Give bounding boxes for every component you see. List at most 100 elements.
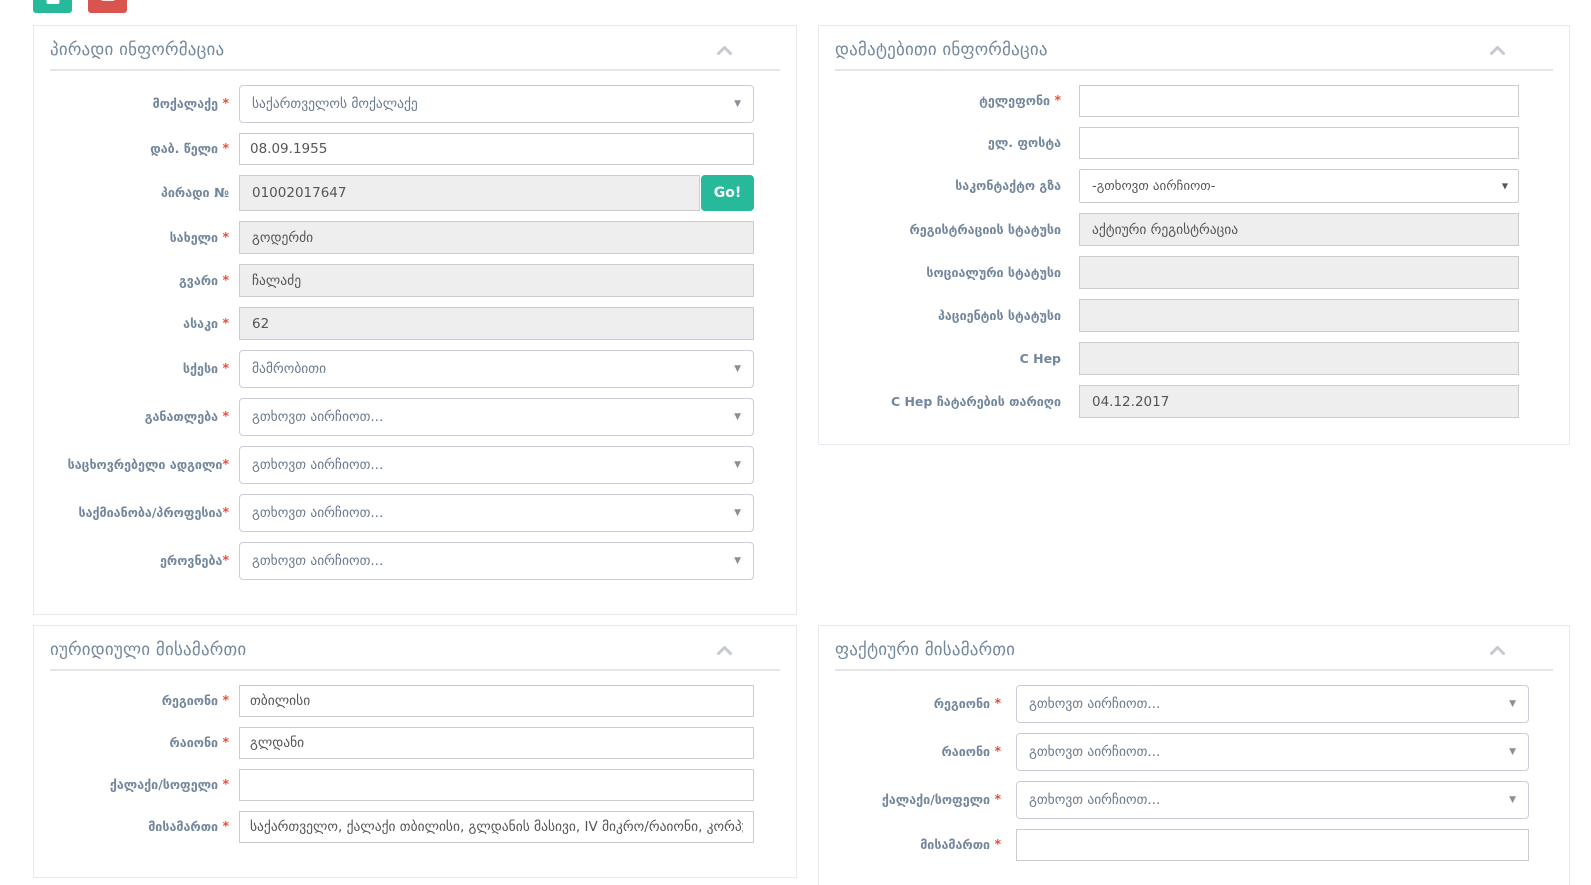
field-label: ქალაქი/სოფელი * xyxy=(50,777,239,793)
legal-region-input[interactable] xyxy=(239,685,754,717)
patient-status-input xyxy=(1079,299,1519,332)
first-name-input xyxy=(239,221,754,254)
c-hep-date-input xyxy=(1079,385,1519,418)
form-row: ასაკი * xyxy=(34,307,796,340)
nationality-select[interactable]: გთხოვთ აირჩიოთ... ▼ xyxy=(239,542,754,580)
form-row: რეგისტრაციის სტატუსი xyxy=(819,213,1569,246)
panel-title: იურიდიული მისამართი xyxy=(50,640,246,660)
chevron-down-icon: ▼ xyxy=(1509,747,1516,757)
divider xyxy=(50,69,780,71)
select-value: გთხოვთ აირჩიოთ... xyxy=(252,457,383,473)
field-label: სოციალური სტატუსი xyxy=(835,265,1079,281)
form-row: საცხოვრებელი ადგილი* გთხოვთ აირჩიოთ... ▼ xyxy=(34,446,796,484)
legal-address-input[interactable] xyxy=(239,811,754,843)
divider xyxy=(835,669,1553,671)
form-row: C Hep ჩატარების თარიღი xyxy=(819,385,1569,418)
field-label: პაციენტის სტატუსი xyxy=(835,308,1079,324)
page: პირადი ინფორმაცია მოქალაქე * საქართველოს… xyxy=(0,0,1591,885)
legal-district-input[interactable] xyxy=(239,727,754,759)
panel-actual-address: ფაქტიური მისამართი რეგიონი * გთხოვთ აირჩ… xyxy=(818,625,1570,885)
residence-place-select[interactable]: გთხოვთ აირჩიოთ... ▼ xyxy=(239,446,754,484)
save-button[interactable] xyxy=(33,0,72,13)
form-row: სოციალური სტატუსი xyxy=(819,256,1569,289)
social-status-input xyxy=(1079,256,1519,289)
field-label: რაიონი * xyxy=(835,744,1016,760)
delete-icon xyxy=(101,0,115,1)
field-label: გვარი * xyxy=(50,273,239,289)
field-label: დაბ. წელი * xyxy=(50,141,239,157)
form-row: საკონტაქტო გზა -გთხოვთ აირჩიოთ- ▼ xyxy=(819,169,1569,203)
education-select[interactable]: გთხოვთ აირჩიოთ... ▼ xyxy=(239,398,754,436)
form-row: საქმიანობა/პროფესია* გთხოვთ აირჩიოთ... ▼ xyxy=(34,494,796,532)
actual-district-select[interactable]: გთხოვთ აირჩიოთ... ▼ xyxy=(1016,733,1529,771)
select-value: გთხოვთ აირჩიოთ... xyxy=(1029,792,1160,808)
form-row: რეგიონი * xyxy=(34,685,796,717)
field-label: რეგიონი * xyxy=(835,696,1016,712)
form-row: მოქალაქე * საქართველოს მოქალაქე ▼ xyxy=(34,85,796,123)
select-value: მამრობითი xyxy=(252,361,326,377)
personal-number-input xyxy=(239,175,700,211)
form-row: მისამართი * xyxy=(819,829,1569,861)
delete-button[interactable] xyxy=(88,0,127,13)
collapse-chevron-up-icon[interactable] xyxy=(1490,46,1505,55)
email-input[interactable] xyxy=(1079,127,1519,159)
panel-title: ფაქტიური მისამართი xyxy=(835,640,1015,660)
gender-select[interactable]: მამრობითი ▼ xyxy=(239,350,754,388)
select-value: გთხოვთ აირჩიოთ... xyxy=(252,505,383,521)
contact-way-select[interactable]: -გთხოვთ აირჩიოთ- ▼ xyxy=(1079,169,1519,203)
field-label: პირადი № xyxy=(50,185,239,201)
form-row: განათლება * გთხოვთ აირჩიოთ... ▼ xyxy=(34,398,796,436)
go-button[interactable]: Go! xyxy=(701,175,754,211)
divider xyxy=(835,69,1553,71)
form-row: ეროვნება* გთხოვთ აირჩიოთ... ▼ xyxy=(34,542,796,580)
phone-input[interactable] xyxy=(1079,85,1519,117)
field-label: მისამართი * xyxy=(835,837,1016,853)
collapse-chevron-up-icon[interactable] xyxy=(1490,646,1505,655)
field-label: C Hep ჩატარების თარიღი xyxy=(835,394,1079,410)
divider xyxy=(50,669,780,671)
form-row: მისამართი * xyxy=(34,811,796,843)
actual-city-village-select[interactable]: გთხოვთ აირჩიოთ... ▼ xyxy=(1016,781,1529,819)
age-input xyxy=(239,307,754,340)
form-row: ტელეფონი * xyxy=(819,85,1569,117)
panel-legal-address: იურიდიული მისამართი რეგიონი * რაიონი * ქ… xyxy=(33,625,797,878)
field-label: ელ. ფოსტა xyxy=(835,135,1079,151)
field-label: საცხოვრებელი ადგილი* xyxy=(50,457,239,473)
field-label: საქმიანობა/პროფესია* xyxy=(50,505,239,521)
chevron-down-icon: ▼ xyxy=(734,556,741,566)
chevron-down-icon: ▼ xyxy=(734,412,741,422)
field-label: ქალაქი/სოფელი * xyxy=(835,792,1016,808)
chevron-down-icon: ▼ xyxy=(734,508,741,518)
field-label: რეგისტრაციის სტატუსი xyxy=(835,222,1079,238)
form-row: რეგიონი * გთხოვთ აირჩიოთ... ▼ xyxy=(819,685,1569,723)
panel-additional-info: დამატებითი ინფორმაცია ტელეფონი * ელ. ფოს… xyxy=(818,25,1570,445)
field-label: მოქალაქე * xyxy=(50,96,239,112)
field-label: საკონტაქტო გზა xyxy=(835,178,1079,194)
chevron-down-icon: ▼ xyxy=(734,364,741,374)
form-row: C Hep xyxy=(819,342,1569,375)
chevron-down-icon: ▼ xyxy=(1509,795,1516,805)
actual-address-input[interactable] xyxy=(1016,829,1529,861)
birth-date-input[interactable] xyxy=(239,133,754,165)
save-icon xyxy=(46,0,59,4)
citizen-select[interactable]: საქართველოს მოქალაქე ▼ xyxy=(239,85,754,123)
form-row: დაბ. წელი * xyxy=(34,133,796,165)
field-label: სახელი * xyxy=(50,230,239,246)
actual-region-select[interactable]: გთხოვთ აირჩიოთ... ▼ xyxy=(1016,685,1529,723)
occupation-select[interactable]: გთხოვთ აირჩიოთ... ▼ xyxy=(239,494,754,532)
form-row: რაიონი * xyxy=(34,727,796,759)
collapse-chevron-up-icon[interactable] xyxy=(717,646,732,655)
c-hep-input xyxy=(1079,342,1519,375)
legal-city-village-input[interactable] xyxy=(239,769,754,801)
field-label: განათლება * xyxy=(50,409,239,425)
chevron-down-icon: ▼ xyxy=(734,460,741,470)
form-row: ელ. ფოსტა xyxy=(819,127,1569,159)
field-label: რაიონი * xyxy=(50,735,239,751)
chevron-down-icon: ▼ xyxy=(1502,182,1508,191)
select-value: გთხოვთ აირჩიოთ... xyxy=(1029,696,1160,712)
panel-personal-info: პირადი ინფორმაცია მოქალაქე * საქართველოს… xyxy=(33,25,797,615)
chevron-down-icon: ▼ xyxy=(1509,699,1516,709)
select-value: გთხოვთ აირჩიოთ... xyxy=(1029,744,1160,760)
collapse-chevron-up-icon[interactable] xyxy=(717,46,732,55)
field-label: C Hep xyxy=(835,351,1079,367)
